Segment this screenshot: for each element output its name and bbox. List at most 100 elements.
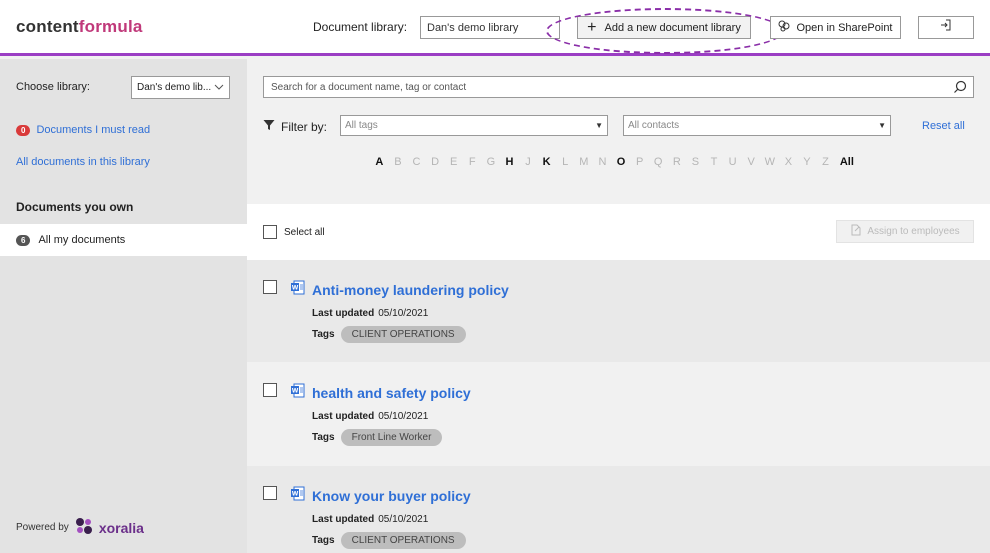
tags-label: Tags (312, 535, 335, 546)
letter-filter-p[interactable]: P (630, 156, 649, 168)
search-input[interactable]: Search for a document name, tag or conta… (263, 76, 974, 98)
documents-must-read-link[interactable]: 0 Documents I must read (16, 124, 150, 136)
select-all-label: Select all (284, 226, 325, 238)
letter-filter-y[interactable]: Y (798, 156, 817, 168)
all-my-documents-item[interactable]: 6 All my documents (0, 224, 247, 256)
word-document-icon: W (290, 383, 305, 403)
letter-filter-all[interactable]: All (835, 156, 859, 168)
logo: contentformula (16, 17, 143, 37)
contacts-filter-placeholder: All contacts (628, 120, 680, 131)
add-document-library-label: Add a new document library (604, 21, 741, 34)
last-updated-label: Last updated (312, 514, 375, 525)
select-all-checkbox[interactable] (263, 225, 277, 239)
powered-by: Powered by xoralia (16, 517, 144, 538)
xoralia-logo-icon (75, 517, 93, 538)
caret-down-icon: ▼ (595, 121, 603, 130)
search-icon[interactable] (953, 80, 967, 97)
document-checkbox[interactable] (263, 280, 277, 294)
tags-row: Tags CLIENT OPERATIONS (312, 326, 466, 343)
letter-filter-h[interactable]: H (500, 156, 519, 168)
document-card: W Know your buyer policy Last updated 05/… (247, 466, 990, 553)
caret-down-icon: ▼ (878, 121, 886, 130)
search-placeholder: Search for a document name, tag or conta… (271, 82, 467, 93)
letter-filter-r[interactable]: R (668, 156, 687, 168)
letter-filter-q[interactable]: Q (649, 156, 668, 168)
sharepoint-icon (778, 20, 790, 35)
documents-you-own-heading: Documents you own (16, 200, 134, 214)
tags-label: Tags (312, 329, 335, 340)
letter-filter-d[interactable]: D (426, 156, 445, 168)
all-my-documents-label: All my documents (38, 234, 126, 246)
word-document-icon: W (290, 486, 305, 506)
document-library-select[interactable]: Dan's demo library (420, 16, 560, 39)
logo-part-content: content (16, 17, 79, 36)
letter-filter-v[interactable]: V (742, 156, 761, 168)
exit-icon (939, 18, 953, 37)
letter-filter-b[interactable]: B (389, 156, 408, 168)
filter-by: Filter by: (263, 119, 327, 134)
selection-bar: Select all Assign to employees (247, 204, 990, 260)
letter-filter-x[interactable]: X (779, 156, 798, 168)
document-title-link[interactable]: Know your buyer policy (312, 488, 471, 504)
letter-filter-w[interactable]: W (760, 156, 779, 168)
tag-pill[interactable]: CLIENT OPERATIONS (340, 326, 466, 343)
alphabet-filter: A B C D E F G H J K L M N O P Q R S T U V W X Y Z All (370, 156, 870, 168)
word-document-icon: W (290, 280, 305, 300)
open-in-sharepoint-button[interactable]: Open in SharePoint (770, 16, 901, 39)
letter-filter-m[interactable]: M (575, 156, 594, 168)
must-read-count-badge: 0 (16, 124, 31, 136)
tags-filter-placeholder: All tags (345, 120, 378, 131)
document-card: W Anti-money laundering policy Last upda… (247, 260, 990, 362)
documents-must-read-label: Documents I must read (36, 124, 151, 136)
tags-filter-select[interactable]: All tags ▼ (340, 115, 608, 136)
letter-filter-k[interactable]: K (537, 156, 556, 168)
assign-icon (850, 224, 862, 239)
tag-pill[interactable]: CLIENT OPERATIONS (340, 532, 466, 549)
last-updated: Last updated 05/10/2021 (312, 514, 428, 525)
choose-library-value: Dan's demo lib... (137, 82, 212, 93)
document-checkbox[interactable] (263, 486, 277, 500)
letter-filter-g[interactable]: G (482, 156, 501, 168)
assign-to-employees-label: Assign to employees (867, 226, 960, 237)
powered-by-label: Powered by (16, 522, 69, 533)
chevron-down-icon (214, 82, 224, 93)
letter-filter-n[interactable]: N (593, 156, 612, 168)
letter-filter-a[interactable]: A (370, 156, 389, 168)
letter-filter-z[interactable]: Z (816, 156, 835, 168)
letter-filter-e[interactable]: E (444, 156, 463, 168)
tag-pill[interactable]: Front Line Worker (340, 429, 443, 446)
filter-icon (263, 119, 275, 134)
document-library-label: Document library: (313, 20, 408, 34)
letter-filter-u[interactable]: U (723, 156, 742, 168)
letter-filter-t[interactable]: T (705, 156, 724, 168)
letter-filter-c[interactable]: C (407, 156, 426, 168)
sign-out-button[interactable] (918, 16, 974, 39)
choose-library-label: Choose library: (16, 81, 90, 93)
assign-to-employees-button[interactable]: Assign to employees (836, 220, 974, 243)
letter-filter-s[interactable]: S (686, 156, 705, 168)
svg-text:W: W (292, 388, 299, 395)
open-in-sharepoint-label: Open in SharePoint (796, 21, 893, 34)
document-title-link[interactable]: health and safety policy (312, 385, 471, 401)
letter-filter-o[interactable]: O (612, 156, 631, 168)
last-updated-value: 05/10/2021 (378, 308, 429, 319)
letter-filter-l[interactable]: L (556, 156, 575, 168)
plus-icon: + (587, 18, 597, 36)
all-documents-link[interactable]: All documents in this library (16, 156, 150, 168)
letter-filter-f[interactable]: F (463, 156, 482, 168)
reset-all-link[interactable]: Reset all (922, 120, 965, 132)
last-updated-value: 05/10/2021 (378, 514, 429, 525)
choose-library-select[interactable]: Dan's demo lib... (131, 76, 230, 99)
document-title-link[interactable]: Anti-money laundering policy (312, 282, 509, 298)
logo-part-formula: formula (78, 17, 143, 36)
document-checkbox[interactable] (263, 383, 277, 397)
add-document-library-button[interactable]: + Add a new document library (577, 16, 751, 39)
xoralia-brand: xoralia (98, 519, 144, 536)
contacts-filter-select[interactable]: All contacts ▼ (623, 115, 891, 136)
filter-by-label: Filter by: (281, 119, 328, 134)
svg-text:W: W (292, 285, 299, 292)
letter-filter-j[interactable]: J (519, 156, 538, 168)
select-all[interactable]: Select all (263, 225, 325, 239)
tags-label: Tags (312, 432, 335, 443)
document-card: W health and safety policy Last updated 0… (247, 363, 990, 465)
